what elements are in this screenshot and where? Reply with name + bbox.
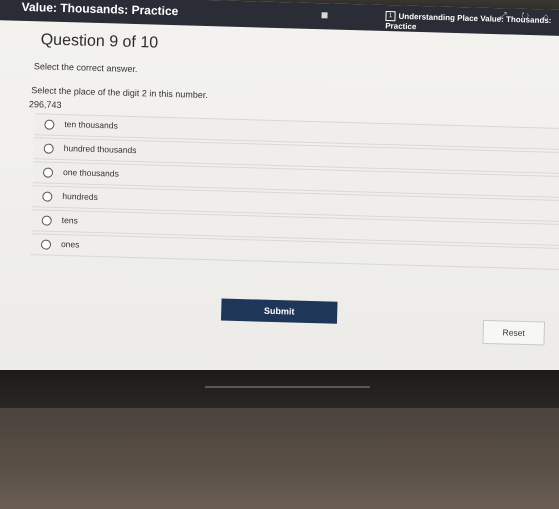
photo-scene: Value: Thousands: Practice 1 Understandin…	[0, 0, 559, 509]
browser-controls-icon[interactable]: ⤢ ↻ ⌂	[499, 10, 554, 23]
radio-icon[interactable]	[44, 119, 55, 130]
question-prompt: Select the place of the digit 2 in this …	[31, 85, 209, 101]
laptop-screen: Value: Thousands: Practice 1 Understandin…	[0, 0, 559, 401]
option-label: hundreds	[62, 191, 98, 203]
option-label: one thousands	[62, 167, 119, 179]
radio-icon[interactable]	[42, 191, 53, 202]
option-label: ones	[60, 239, 80, 250]
app-title: Value: Thousands: Practice	[21, 0, 179, 19]
top-bar: Value: Thousands: Practice 1 Understandin…	[0, 0, 559, 37]
option-label: ten thousands	[64, 119, 118, 131]
radio-icon[interactable]	[42, 167, 54, 178]
question-number: 296,743	[28, 99, 62, 110]
reset-button[interactable]: Reset	[482, 319, 546, 346]
desk-surface	[0, 408, 559, 509]
radio-icon[interactable]	[41, 215, 52, 226]
tab-badge-icon: 1	[385, 10, 396, 22]
submit-button[interactable]: Submit	[220, 298, 338, 324]
option-label: tens	[61, 215, 78, 226]
instruction-text: Select the correct answer.	[33, 61, 138, 75]
radio-icon[interactable]	[43, 143, 54, 154]
menu-icon[interactable]	[321, 12, 328, 19]
option-label: hundred thousands	[63, 143, 137, 156]
radio-icon[interactable]	[40, 239, 52, 250]
question-title: Question 9 of 10	[40, 31, 159, 52]
laptop-bezel	[0, 370, 559, 410]
bezel-highlight	[205, 386, 370, 388]
